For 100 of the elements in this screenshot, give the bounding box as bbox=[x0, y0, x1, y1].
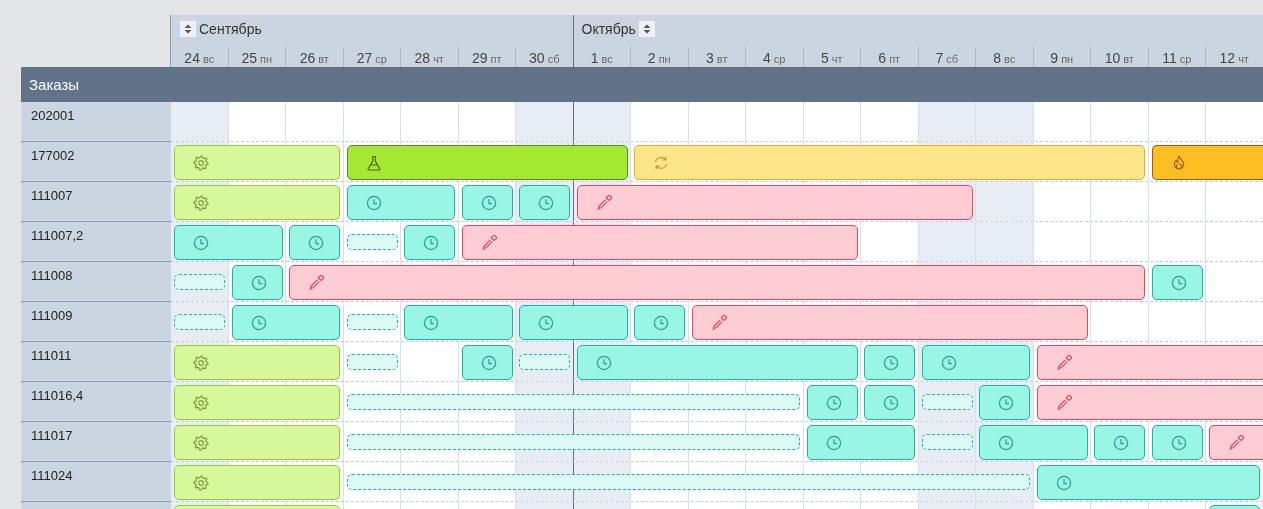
pending-bar[interactable] bbox=[519, 354, 570, 370]
task-bar[interactable] bbox=[634, 145, 1145, 180]
task-bar[interactable] bbox=[174, 345, 340, 380]
pending-bar[interactable] bbox=[174, 314, 225, 330]
clock-icon bbox=[653, 314, 669, 331]
order-number: 111024 bbox=[21, 462, 171, 502]
task-bar[interactable] bbox=[461, 225, 858, 260]
weekday-label: вт bbox=[318, 53, 329, 65]
task-bar[interactable] bbox=[1151, 265, 1203, 300]
weekday-label: пн bbox=[260, 53, 273, 65]
day-number: 26 bbox=[299, 50, 316, 66]
pending-bar[interactable] bbox=[921, 394, 973, 410]
pending-bar[interactable] bbox=[921, 434, 973, 450]
task-bar[interactable] bbox=[461, 185, 513, 220]
weekday-label: вс bbox=[1004, 53, 1016, 65]
pipette-icon bbox=[308, 274, 324, 291]
day-number: 6 bbox=[878, 50, 887, 66]
weekday-label: ср bbox=[1179, 53, 1192, 65]
task-bar[interactable] bbox=[576, 345, 858, 380]
clock-icon bbox=[883, 394, 899, 411]
weekday-label: вс bbox=[202, 53, 215, 65]
weekday-label: пт bbox=[490, 53, 502, 65]
task-bar[interactable] bbox=[806, 425, 915, 460]
pending-bar[interactable] bbox=[346, 314, 398, 330]
clock-icon bbox=[1170, 434, 1187, 451]
task-bar[interactable] bbox=[1094, 425, 1145, 460]
task-bar[interactable] bbox=[1151, 425, 1203, 460]
task-bar[interactable] bbox=[1036, 345, 1263, 380]
task-bar[interactable] bbox=[174, 225, 283, 260]
pending-bar[interactable] bbox=[346, 394, 800, 410]
task-bar[interactable] bbox=[346, 185, 455, 220]
clock-icon bbox=[423, 234, 439, 251]
task-bar[interactable] bbox=[864, 345, 915, 380]
task-bar[interactable] bbox=[864, 385, 915, 420]
task-bar[interactable] bbox=[979, 425, 1088, 460]
gear-icon bbox=[193, 434, 209, 451]
task-bar[interactable] bbox=[289, 265, 1145, 300]
task-bar[interactable] bbox=[461, 345, 513, 380]
task-bar[interactable] bbox=[691, 305, 1088, 340]
day-number: 27 bbox=[356, 50, 373, 66]
task-bar[interactable] bbox=[576, 185, 973, 220]
order-number: 111009 bbox=[21, 302, 171, 342]
clock-icon bbox=[250, 274, 267, 291]
flask-icon bbox=[365, 154, 382, 171]
pending-bar[interactable] bbox=[346, 474, 1030, 490]
month-label: Октябрь bbox=[581, 21, 636, 37]
weekday-label: пн bbox=[658, 53, 671, 65]
pending-bar[interactable] bbox=[346, 354, 398, 370]
order-number: 111008 bbox=[21, 262, 171, 302]
pipette-icon bbox=[1055, 394, 1072, 411]
task-bar[interactable] bbox=[921, 345, 1030, 380]
task-bar[interactable] bbox=[174, 185, 340, 220]
month-label: Сентябрь bbox=[199, 21, 262, 37]
gear-icon bbox=[193, 194, 209, 211]
task-bar[interactable] bbox=[1151, 145, 1263, 180]
weekday-label: сб bbox=[946, 53, 959, 65]
gear-icon bbox=[193, 474, 209, 491]
task-bar[interactable] bbox=[1036, 465, 1260, 500]
task-bar[interactable] bbox=[806, 385, 858, 420]
task-bar[interactable] bbox=[519, 305, 628, 340]
day-number: 10 bbox=[1104, 50, 1121, 66]
task-bar[interactable] bbox=[634, 305, 685, 340]
clock-icon bbox=[825, 394, 842, 411]
pending-bar[interactable] bbox=[174, 274, 225, 290]
gear-icon bbox=[193, 394, 209, 411]
clock-icon bbox=[480, 194, 497, 211]
order-number: 111017 bbox=[21, 422, 171, 462]
task-bar[interactable] bbox=[1036, 385, 1263, 420]
task-bar[interactable] bbox=[174, 425, 340, 460]
task-bar[interactable] bbox=[289, 225, 340, 260]
task-bar[interactable] bbox=[404, 225, 455, 260]
weekday-label: чт bbox=[831, 53, 843, 65]
pipette-icon bbox=[480, 234, 497, 251]
task-bar[interactable] bbox=[174, 465, 340, 500]
pending-bar[interactable] bbox=[346, 234, 398, 250]
clock-icon bbox=[193, 234, 209, 251]
task-bar[interactable] bbox=[979, 385, 1030, 420]
task-bar[interactable] bbox=[231, 305, 340, 340]
task-bar[interactable] bbox=[519, 185, 570, 220]
weekday-label: ср bbox=[773, 53, 786, 65]
clock-icon bbox=[1170, 274, 1187, 291]
task-bar[interactable] bbox=[174, 385, 340, 420]
weekday-label: пн bbox=[1061, 53, 1074, 65]
weekday-label: вт bbox=[1123, 53, 1134, 65]
clock-icon bbox=[538, 314, 554, 331]
section-header: Заказы bbox=[21, 67, 1263, 102]
task-bar[interactable] bbox=[1209, 425, 1263, 460]
task-bar[interactable] bbox=[346, 145, 628, 180]
clock-icon bbox=[365, 194, 382, 211]
pending-bar[interactable] bbox=[346, 434, 800, 450]
clock-icon bbox=[1113, 434, 1129, 451]
gear-icon bbox=[193, 354, 209, 371]
order-number: 111011 bbox=[21, 342, 171, 382]
clock-icon bbox=[825, 434, 842, 451]
clock-icon bbox=[595, 354, 612, 371]
clock-icon bbox=[998, 394, 1014, 411]
task-bar[interactable] bbox=[404, 305, 513, 340]
task-bar[interactable] bbox=[174, 145, 340, 180]
task-bar[interactable] bbox=[231, 265, 283, 300]
day-number: 7 bbox=[935, 50, 944, 66]
